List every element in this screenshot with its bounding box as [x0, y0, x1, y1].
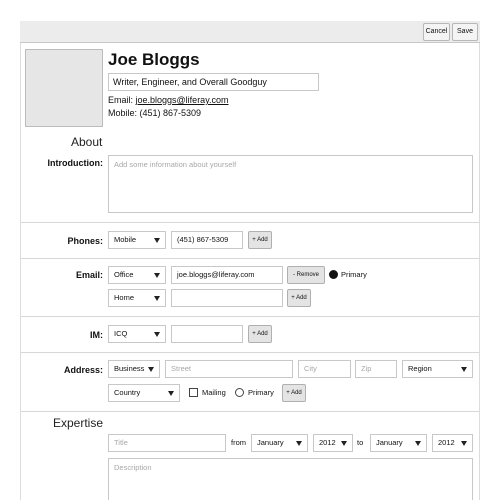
to-label: to: [357, 438, 364, 447]
phone-type-value: Mobile: [114, 235, 137, 244]
divider: [21, 222, 479, 223]
chevron-down-icon: [296, 441, 302, 446]
email-type-select-1[interactable]: Office: [108, 266, 166, 284]
phones-label: Phones:: [67, 236, 103, 246]
divider: [21, 411, 479, 412]
introduction-textarea[interactable]: Add some information about yourself: [108, 155, 473, 213]
from-month-select[interactable]: January: [251, 434, 308, 452]
city-input[interactable]: City: [298, 360, 351, 378]
phone-number-input[interactable]: (451) 867-5309: [171, 231, 243, 249]
region-select[interactable]: Region: [402, 360, 473, 378]
email-input-1[interactable]: joe.bloggs@liferay.com: [171, 266, 283, 284]
country-select[interactable]: Country: [108, 384, 180, 402]
add-phone-button[interactable]: + Add: [248, 231, 272, 249]
divider: [21, 316, 479, 317]
chevron-down-icon: [154, 273, 160, 278]
region-value: Region: [408, 364, 432, 373]
divider: [21, 258, 479, 259]
profile-name: Joe Bloggs: [108, 50, 200, 69]
save-button[interactable]: Save: [452, 23, 478, 41]
im-input[interactable]: [171, 325, 243, 343]
add-address-button[interactable]: + Add: [282, 384, 306, 402]
to-year-select[interactable]: 2012: [432, 434, 473, 452]
from-year-value: 2012: [319, 438, 336, 447]
mailing-checkbox[interactable]: [189, 388, 198, 397]
to-month-select[interactable]: January: [370, 434, 427, 452]
from-year-select[interactable]: 2012: [313, 434, 353, 452]
expertise-description-textarea[interactable]: Description: [108, 458, 473, 500]
primary-label: Primary: [341, 270, 367, 279]
about-section-title: About: [71, 135, 103, 149]
street-input[interactable]: Street: [165, 360, 293, 378]
add-im-button[interactable]: + Add: [248, 325, 272, 343]
im-label: IM:: [90, 330, 103, 340]
frame-border-right: [479, 43, 480, 500]
chevron-down-icon: [341, 441, 347, 446]
remove-email-button[interactable]: - Remove: [287, 266, 325, 284]
mailing-label: Mailing: [202, 388, 226, 397]
divider: [21, 352, 479, 353]
chevron-down-icon: [154, 296, 160, 301]
address-type-select[interactable]: Business: [108, 360, 160, 378]
primary-label: Primary: [248, 388, 274, 397]
chevron-down-icon: [154, 238, 160, 243]
headline-input[interactable]: Writer, Engineer, and Overall Goodguy: [108, 73, 319, 91]
email-type-value: Home: [114, 293, 135, 302]
from-month-value: January: [257, 438, 284, 447]
im-type-value: ICQ: [114, 329, 128, 338]
to-year-value: 2012: [438, 438, 455, 447]
email-prefix: Email:: [108, 95, 136, 105]
introduction-label: Introduction:: [47, 158, 104, 168]
email-line: Email: joe.bloggs@liferay.com: [108, 95, 229, 105]
to-month-value: January: [376, 438, 403, 447]
primary-radio[interactable]: [235, 388, 244, 397]
email-label: Email:: [75, 270, 103, 280]
chevron-down-icon: [168, 391, 174, 396]
expertise-section-title: Expertise: [53, 416, 104, 430]
avatar-placeholder[interactable]: [25, 49, 103, 127]
add-email-button[interactable]: + Add: [287, 289, 311, 307]
im-type-select[interactable]: ICQ: [108, 325, 166, 343]
zip-input[interactable]: Zip: [355, 360, 397, 378]
phone-type-select[interactable]: Mobile: [108, 231, 166, 249]
chevron-down-icon: [461, 441, 467, 446]
chevron-down-icon: [148, 367, 154, 372]
chevron-down-icon: [461, 367, 467, 372]
email-type-select-2[interactable]: Home: [108, 289, 166, 307]
email-input-2[interactable]: [171, 289, 283, 307]
primary-radio-selected[interactable]: [329, 270, 338, 279]
email-type-value: Office: [114, 270, 134, 279]
cancel-button[interactable]: Cancel: [423, 23, 450, 41]
country-value: Country: [114, 388, 141, 397]
email-link[interactable]: joe.bloggs@liferay.com: [136, 95, 229, 105]
address-label: Address:: [63, 365, 103, 375]
expertise-title-input[interactable]: Title: [108, 434, 226, 452]
chevron-down-icon: [415, 441, 421, 446]
address-type-value: Business: [114, 364, 145, 373]
from-label: from: [231, 438, 246, 447]
mobile-line: Mobile: (451) 867-5309: [108, 108, 202, 118]
top-toolbar: [20, 21, 480, 43]
chevron-down-icon: [154, 332, 160, 337]
